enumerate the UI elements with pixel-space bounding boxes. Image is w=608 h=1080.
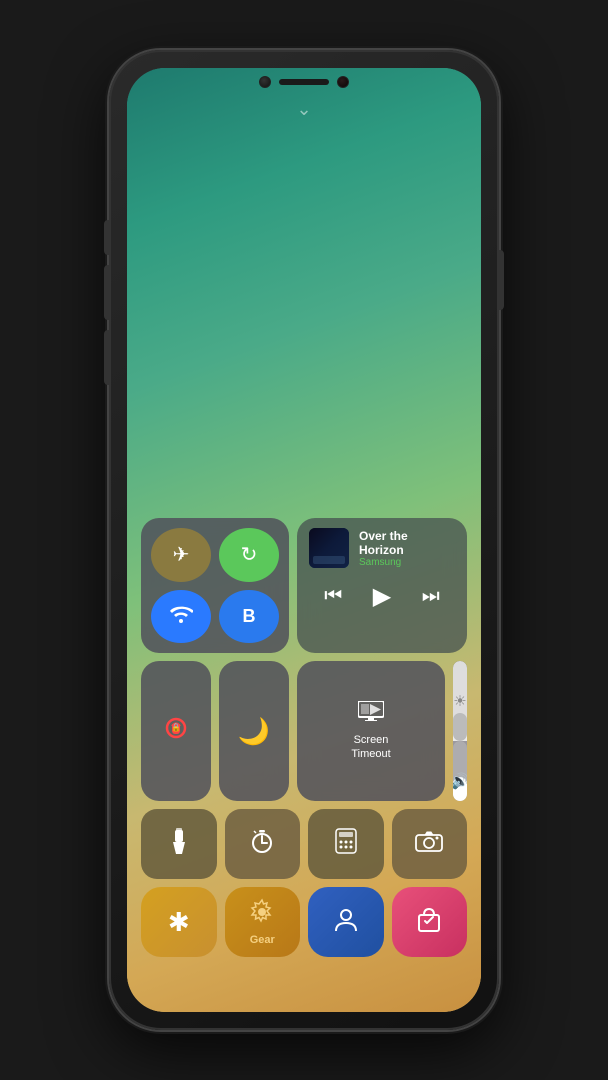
torch-button[interactable] [141,809,217,879]
iris-camera [337,76,349,88]
connectivity-panel: ✈ ↻ [141,518,289,653]
brightness-slider-section[interactable]: ☀ [453,661,467,741]
moon-icon: 🌙 [238,716,270,747]
volume-icon: 🔊 [453,772,467,790]
media-text: Over the Horizon Samsung [359,529,455,568]
store-icon [415,905,443,939]
gear-label: Gear [250,934,275,946]
phone-screen: ⌄ ✈ ↻ [127,68,481,1012]
bixby-button[interactable] [104,220,109,255]
play-button[interactable]: ▶ [365,578,399,615]
control-center: ✈ ↻ [141,518,467,957]
timer-icon [249,828,275,861]
galaxy-icon [332,905,360,939]
svg-text:🔒: 🔒 [171,723,181,732]
bixby-button[interactable]: ✱ [141,887,217,957]
media-controls: ⏮ ▶ ⏭ [309,574,455,615]
volume-slider[interactable] [453,741,467,801]
screen-timeout-label: ScreenTimeout [351,733,390,762]
previous-button[interactable]: ⏮ [316,581,350,612]
camera-icon [415,830,443,859]
connectivity-media-row: ✈ ↻ [141,518,467,653]
media-panel: Over the Horizon Samsung ⏮ ▶ ⏭ [297,518,467,653]
bixby-icon: ✱ [168,907,190,938]
camera-button[interactable] [392,809,468,879]
app-shortcuts-row [141,809,467,879]
rotate-icon: ↻ [241,542,258,567]
next-button[interactable]: ⏭ [414,581,448,612]
media-info: Over the Horizon Samsung [309,528,455,568]
rotation-button[interactable]: ↻ [219,528,279,582]
pull-down-indicator[interactable]: ⌄ [296,100,311,118]
rotation-lock-icon: 🔒 [162,714,190,749]
gear-button[interactable]: Gear [225,887,301,957]
do-not-disturb-button[interactable]: 🌙 [219,661,289,801]
phone-container: ⌄ ✈ ↻ [109,50,499,1030]
samsung-apps-row: ✱ Gear [141,887,467,957]
calculator-button[interactable] [308,809,384,879]
galaxy-friends-button[interactable] [308,887,384,957]
galaxy-store-button[interactable] [392,887,468,957]
brightness-fill [453,713,467,741]
wifi-icon [169,602,193,631]
quick-toggles-row: 🔒 🌙 [141,661,467,801]
volume-slider-section[interactable]: 🔊 [453,741,467,801]
torch-icon [166,828,192,861]
rotation-lock-button[interactable]: 🔒 [141,661,211,801]
bluetooth-icon: B [243,606,256,627]
volume-down-button[interactable] [104,330,109,385]
sliders-container: ☀ 🔊 [453,661,467,801]
media-title: Over the Horizon [359,529,455,557]
airplane-mode-button[interactable]: ✈ [151,528,211,582]
media-artist: Samsung [359,557,455,568]
front-camera [259,76,271,88]
volume-up-button[interactable] [104,265,109,320]
timer-button[interactable] [225,809,301,879]
gear-app-icon [248,898,276,932]
screen-timeout-icon [358,701,384,727]
calculator-icon [334,828,358,861]
sliders-panel: ☀ 🔊 [453,661,467,801]
top-sensors [259,76,349,88]
airplane-icon: ✈ [173,542,190,567]
speaker [279,79,329,85]
bluetooth-button[interactable]: B [219,590,279,644]
album-art [309,528,349,568]
screen-timeout-button[interactable]: ScreenTimeout [297,661,445,801]
power-button[interactable] [499,250,504,310]
wifi-button[interactable] [151,590,211,644]
brightness-icon: ☀ [453,692,466,710]
